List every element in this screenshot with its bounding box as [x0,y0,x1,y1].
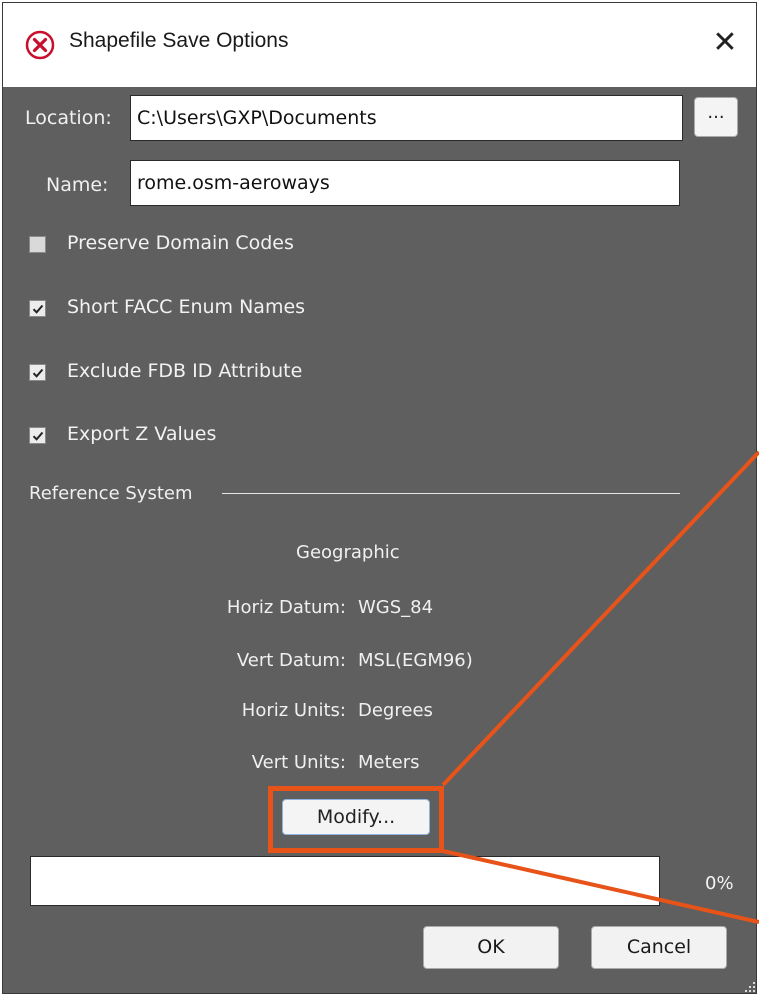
resize-grip-icon[interactable] [741,978,757,994]
cancel-button[interactable]: Cancel [591,926,727,969]
checkmark-icon [32,431,44,441]
location-label: Location: [25,107,112,129]
checkmark-icon [32,304,44,314]
reference-system-label: Reference System [29,483,193,504]
progress-percent: 0% [705,873,734,894]
checkmark-icon [32,368,44,378]
dialog-title: Shapefile Save Options [69,29,289,52]
title-bar: Shapefile Save Options ✕ [3,3,756,87]
reference-system-divider [222,493,680,494]
preserve-domain-codes-checkbox[interactable] [29,236,46,253]
horiz-units-key: Horiz Units: [241,700,346,721]
horiz-datum-value: WGS_84 [358,597,434,618]
close-button[interactable]: ✕ [707,25,743,61]
preserve-domain-codes-label: Preserve Domain Codes [67,232,294,254]
modify-highlight-box [268,786,444,853]
name-input[interactable]: rome.osm-aeroways [130,160,680,206]
vert-datum-key: Vert Datum: [236,650,346,671]
progress-bar [30,856,660,906]
reference-system-type: Geographic [296,542,400,563]
horiz-units-value: Degrees [358,700,433,721]
vert-datum-value: MSL(EGM96) [358,650,473,671]
vert-units-value: Meters [358,752,420,773]
vert-units-key: Vert Units: [251,752,346,773]
error-circle-icon [25,30,55,60]
shapefile-save-options-dialog: Shapefile Save Options ✕ Location: C:\Us… [2,2,757,994]
location-input[interactable]: C:\Users\GXP\Documents [130,95,683,141]
name-label: Name: [46,174,109,196]
exclude-fdb-id-attribute-checkbox[interactable] [29,364,46,381]
horiz-datum-key: Horiz Datum: [226,597,346,618]
ok-button[interactable]: OK [423,926,559,969]
browse-button[interactable]: ... [694,97,738,137]
short-facc-enum-names-label: Short FACC Enum Names [67,296,306,318]
export-z-values-checkbox[interactable] [29,427,46,444]
short-facc-enum-names-checkbox[interactable] [29,300,46,317]
exclude-fdb-id-attribute-label: Exclude FDB ID Attribute [67,360,303,382]
export-z-values-label: Export Z Values [67,423,217,445]
